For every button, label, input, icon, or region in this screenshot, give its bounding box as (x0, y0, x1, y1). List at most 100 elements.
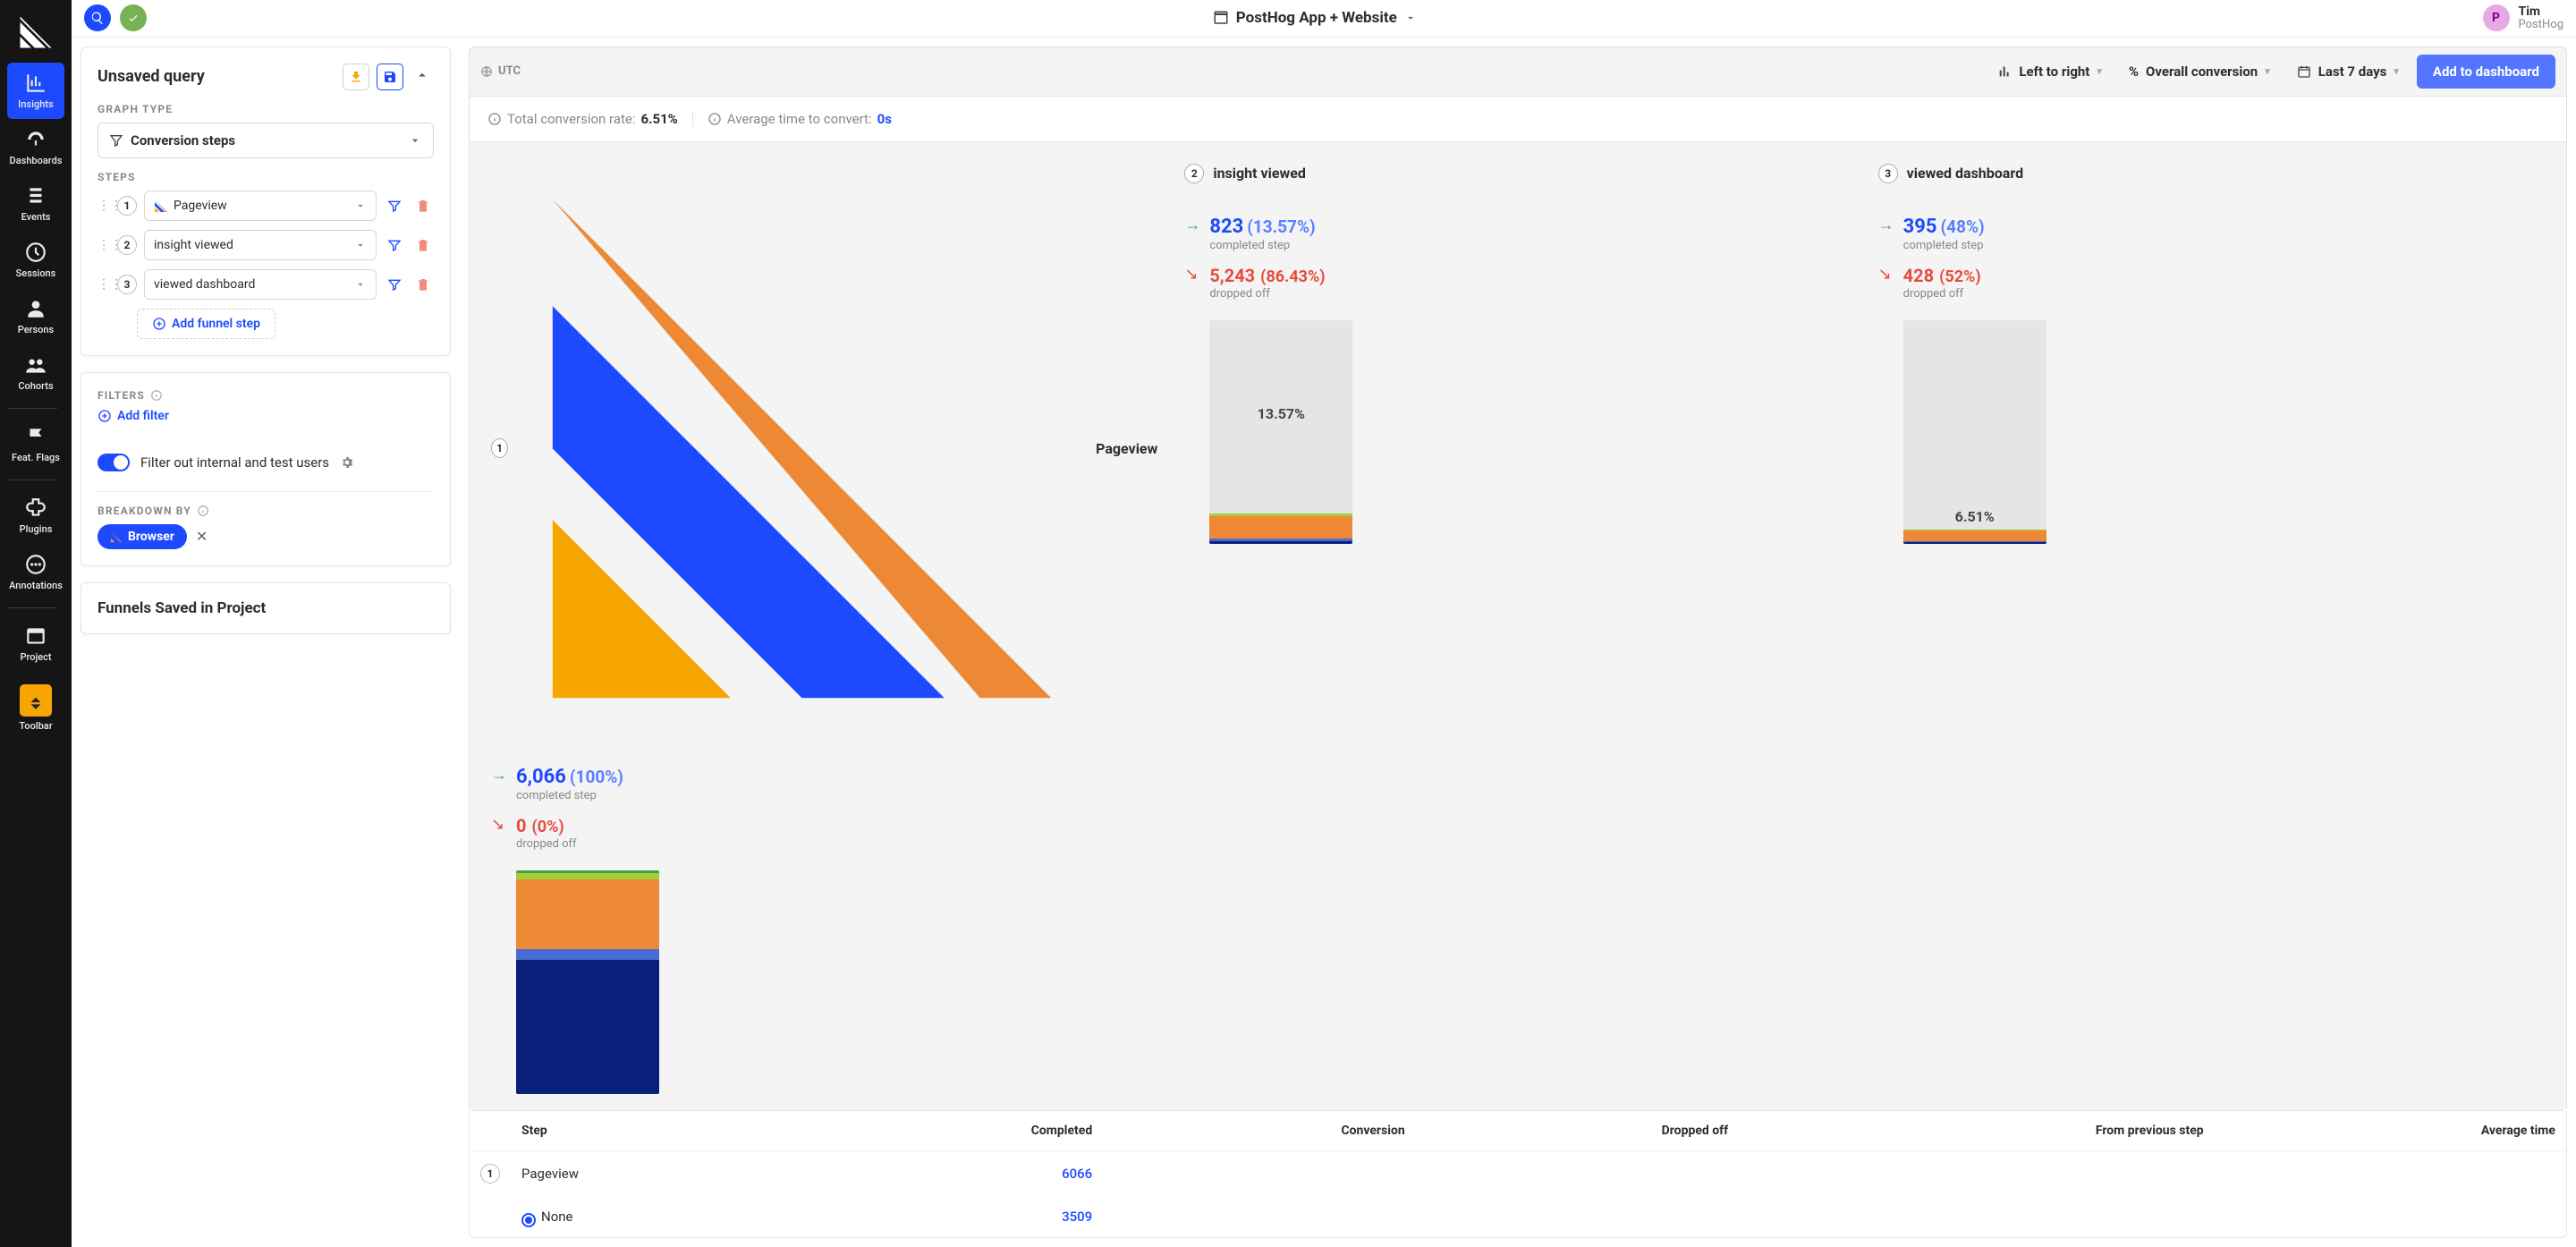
info-icon[interactable] (197, 505, 209, 517)
nav-cohorts[interactable]: Cohorts (7, 344, 64, 401)
funnel-bar[interactable]: 6.51% (1903, 320, 2046, 544)
th-from-prev[interactable]: From previous step (1739, 1111, 2215, 1151)
step-name: viewed dashboard (1907, 165, 2023, 182)
gear-icon[interactable] (340, 455, 354, 470)
status-ok-icon[interactable] (120, 4, 147, 31)
save-button[interactable] (377, 64, 403, 90)
step-filter-button[interactable] (384, 195, 405, 216)
th-conversion[interactable]: Conversion (1103, 1111, 1415, 1151)
nav-toolbar[interactable]: Toolbar (7, 672, 64, 741)
date-range-select[interactable]: Last 7 days ▾ (2288, 56, 2408, 87)
nav-dashboards[interactable]: Dashboards (7, 119, 64, 175)
radio-icon[interactable] (521, 1213, 536, 1227)
cell-completed[interactable]: 3509 (800, 1196, 1103, 1237)
info-icon[interactable] (708, 112, 722, 126)
filter-test-users-label: Filter out internal and test users (140, 454, 329, 471)
nav-sessions[interactable]: Sessions (7, 232, 64, 288)
step-delete-button[interactable] (412, 274, 434, 295)
drag-handle[interactable]: ⋮⋮ (97, 199, 110, 213)
nav-insights[interactable]: Insights (7, 63, 64, 119)
export-button[interactable] (343, 64, 369, 90)
step-number: 1 (491, 438, 508, 458)
funnel-bar[interactable]: 13.57% (1209, 320, 1352, 544)
cell-completed[interactable]: 6066 (800, 1151, 1103, 1197)
step-event-select[interactable]: viewed dashboard (144, 269, 377, 300)
dashboards-icon (24, 128, 47, 151)
nav-featflags[interactable]: Feat. Flags (7, 416, 64, 472)
collapse-button[interactable] (411, 64, 434, 90)
add-funnel-step-button[interactable]: Add funnel step (137, 309, 275, 339)
conversion-select[interactable]: % Overall conversion ▾ (2120, 56, 2279, 87)
drag-handle[interactable]: ⋮⋮ (97, 277, 110, 292)
step-row: ⋮⋮ 3 viewed dashboard (97, 269, 434, 300)
globe-icon (480, 65, 493, 78)
posthog-logo[interactable] (14, 11, 57, 54)
graph-type-select[interactable]: Conversion steps (97, 123, 434, 158)
steps-label: STEPS (97, 171, 434, 183)
dropped-count[interactable]: 428 (1903, 265, 1934, 286)
completed-label: completed step (516, 789, 623, 802)
step-delete-button[interactable] (412, 234, 434, 256)
add-filter-button[interactable]: Add filter (97, 409, 434, 423)
dropped-count[interactable]: 5,243 (1209, 265, 1255, 286)
dropped-count[interactable]: 0 (516, 815, 526, 836)
step-delete-button[interactable] (412, 195, 434, 216)
step-number: 2 (1184, 164, 1204, 183)
funnel-bar[interactable] (516, 870, 659, 1094)
project-name: PostHog App + Website (1236, 9, 1397, 27)
user-menu[interactable]: P Tim PostHog (2483, 4, 2563, 31)
insights-icon (24, 72, 47, 95)
table-row[interactable]: 1Pageview6066 (470, 1151, 2566, 1197)
step-event-select[interactable]: Pageview (144, 191, 377, 221)
arrow-down-right-icon: ↘ (491, 815, 507, 851)
nav-project[interactable]: Project (7, 615, 64, 672)
step-filter-button[interactable] (384, 274, 405, 295)
remove-breakdown-button[interactable]: ✕ (196, 528, 208, 545)
dropped-label: dropped off (1209, 287, 1325, 301)
step-event-select[interactable]: insight viewed (144, 230, 377, 260)
drag-handle[interactable]: ⋮⋮ (97, 238, 110, 252)
result-card: UTC Left to right ▾ % Overall conversion (469, 47, 2567, 1111)
posthog-icon (517, 164, 1087, 734)
th-step[interactable]: Step (511, 1111, 800, 1151)
th-completed[interactable]: Completed (800, 1111, 1103, 1151)
dropped-pct: (86.43%) (1260, 267, 1325, 286)
info-icon[interactable] (487, 112, 502, 126)
plugins-icon (24, 496, 47, 520)
nav-plugins[interactable]: Plugins (7, 488, 64, 544)
completed-count[interactable]: 823 (1209, 216, 1243, 238)
completed-pct: (13.57%) (1247, 216, 1315, 237)
row-number: 1 (480, 1164, 500, 1183)
bar-icon (1997, 64, 2012, 79)
project-icon (24, 624, 47, 648)
direction-select[interactable]: Left to right ▾ (1988, 56, 2111, 87)
info-icon[interactable] (150, 389, 163, 402)
step-number: 1 (117, 196, 137, 216)
breakdown-chip[interactable]: Browser (97, 524, 187, 549)
nav-events[interactable]: Events (7, 175, 64, 232)
th-avg-time[interactable]: Average time (2215, 1111, 2566, 1151)
funnel-step-card: 1Pageview→6,066(100%)completed step↘0(0%… (491, 164, 1157, 1094)
table-row[interactable]: None3509 (470, 1196, 2566, 1237)
step-number: 3 (117, 275, 137, 294)
nav-annotations[interactable]: Annotations (7, 544, 64, 600)
completed-count[interactable]: 395 (1903, 216, 1937, 238)
search-button[interactable] (84, 4, 111, 31)
completed-count[interactable]: 6,066 (516, 766, 566, 788)
project-switcher[interactable]: PostHog App + Website (156, 9, 2474, 27)
toolbar-icon (20, 684, 52, 717)
nav-persons[interactable]: Persons (7, 288, 64, 344)
completed-pct: (100%) (570, 767, 623, 787)
featflags-icon (24, 425, 47, 448)
posthog-icon (110, 530, 123, 543)
completed-label: completed step (1209, 239, 1315, 252)
filter-test-users-toggle[interactable] (97, 454, 130, 471)
result-toolbar: UTC Left to right ▾ % Overall conversion (470, 47, 2566, 97)
th-dropped[interactable]: Dropped off (1416, 1111, 1739, 1151)
arrow-down-right-icon: ↘ (1184, 265, 1200, 301)
step-filter-button[interactable] (384, 234, 405, 256)
add-to-dashboard-button[interactable]: Add to dashboard (2417, 55, 2555, 89)
dropped-pct: (52%) (1939, 267, 1981, 286)
arrow-right-icon: → (491, 766, 507, 802)
funnel-icon (109, 133, 123, 148)
